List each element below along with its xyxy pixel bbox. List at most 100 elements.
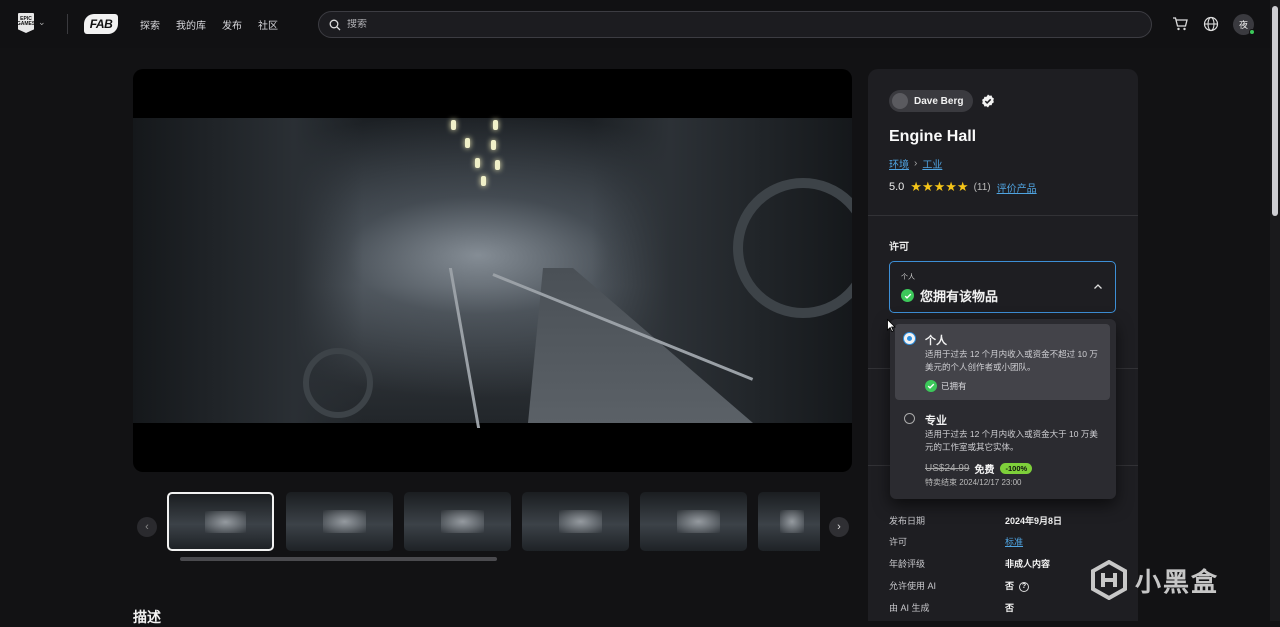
detail-row: 年龄评级 非成人内容 xyxy=(889,557,1119,573)
license-standard-link[interactable]: 标准 xyxy=(1005,535,1023,548)
rating-value: 5.0 xyxy=(889,181,905,193)
chevron-right-icon: › xyxy=(837,521,841,533)
discount-badge: -100% xyxy=(1000,463,1033,474)
mouse-cursor-icon xyxy=(887,319,896,332)
original-price: US$24.99 xyxy=(925,463,970,474)
avatar[interactable]: 夜 xyxy=(1233,14,1255,35)
license-select[interactable]: 个人 您拥有该物品 xyxy=(889,261,1116,313)
chevron-left-icon: ‹ xyxy=(145,521,149,533)
license-option-name: 专业 xyxy=(925,415,947,427)
search-input[interactable] xyxy=(347,19,1047,30)
thumbnail-glow xyxy=(441,509,485,534)
fab-logo[interactable]: FAB xyxy=(84,14,118,34)
description-heading: 描述 xyxy=(133,609,161,625)
breadcrumb-industrial[interactable]: 工业 xyxy=(922,156,942,171)
verified-badge-icon xyxy=(982,94,994,108)
gallery-thumbnail[interactable] xyxy=(758,492,820,551)
search-bar[interactable] xyxy=(318,11,1152,38)
detail-row: 许可 标准 xyxy=(889,535,1119,551)
cart-icon[interactable] xyxy=(1172,16,1188,32)
rate-product-link[interactable]: 评价产品 xyxy=(997,180,1037,195)
xiaoheihe-watermark: 小黑盒 xyxy=(1089,560,1219,600)
sale-end-text: 特卖结束 2024/12/17 23:00 xyxy=(925,478,1022,487)
owned-text: 已拥有 xyxy=(941,381,967,391)
detail-key: 年龄评级 xyxy=(889,559,926,569)
chevron-down-icon[interactable]: ⌄ xyxy=(38,17,46,28)
divider xyxy=(868,215,1138,216)
chevron-up-icon xyxy=(1094,284,1102,289)
avatar-initial: 夜 xyxy=(1238,20,1248,30)
xiaoheihe-logo-icon xyxy=(1091,560,1127,600)
search-icon xyxy=(329,19,341,30)
scrollbar-thumb[interactable] xyxy=(1272,6,1278,216)
thumbnail-glow xyxy=(205,510,247,533)
check-circle-icon xyxy=(901,289,914,302)
top-nav-bar: EPIC GAMES ⌄ FAB 探索 我的库 发布 社区 夜 xyxy=(0,0,1280,48)
watermark-text: 小黑盒 xyxy=(1135,566,1220,597)
author-chip[interactable]: Dave Berg xyxy=(889,90,974,112)
detail-row: 发布日期 2024年9月8日 xyxy=(889,514,1119,530)
detail-value: 2024年9月8日 xyxy=(1005,516,1063,526)
gallery-next-button[interactable]: › xyxy=(829,517,849,537)
gallery-thumbnail[interactable] xyxy=(522,492,629,551)
gallery-thumbnail[interactable] xyxy=(167,492,274,551)
detail-value: 否 xyxy=(1005,603,1015,613)
detail-row: 由 AI 生成 否 xyxy=(889,601,1119,617)
owned-status-text: 您拥有该物品 xyxy=(920,289,999,304)
radio-selected[interactable] xyxy=(904,333,915,344)
help-icon[interactable]: ? xyxy=(1019,581,1030,592)
detail-key: 发布日期 xyxy=(889,516,926,526)
thumbnail-scrollbar[interactable] xyxy=(180,557,497,561)
nav-publish[interactable]: 发布 xyxy=(222,17,242,32)
breadcrumb-environment[interactable]: 环境 xyxy=(889,156,909,171)
license-label: 许可 xyxy=(889,242,909,253)
author-avatar xyxy=(892,93,908,109)
gallery-prev-button[interactable]: ‹ xyxy=(137,517,157,537)
globe-icon[interactable] xyxy=(1203,16,1219,32)
breadcrumb: 环境 › 工业 xyxy=(889,156,942,171)
detail-key: 由 AI 生成 xyxy=(889,603,930,613)
online-status-dot xyxy=(1249,29,1255,35)
nav-community[interactable]: 社区 xyxy=(258,17,278,32)
product-title: Engine Hall xyxy=(889,128,977,145)
thumbnail-glow xyxy=(559,509,603,534)
radio-unselected[interactable] xyxy=(904,413,915,424)
page-scrollbar[interactable] xyxy=(1270,0,1280,621)
review-count: (11) xyxy=(973,181,991,193)
main-media-viewer[interactable] xyxy=(133,69,852,472)
license-option-description: 适用于过去 12 个月内收入或资金不超过 10 万美元的个人创作者或小团队。 xyxy=(925,349,1098,372)
thumbnail-glow xyxy=(779,509,805,534)
hero-image xyxy=(133,118,852,428)
license-option-professional[interactable]: 专业 适用于过去 12 个月内收入或资金大于 10 万美元的工作室或其它实体。 … xyxy=(895,404,1110,496)
license-option-name: 个人 xyxy=(925,335,947,347)
hero-image-rail xyxy=(448,268,481,428)
detail-key: 允许使用 AI xyxy=(889,581,937,591)
fab-logo-text: FAB xyxy=(89,17,113,31)
owned-badge: 已拥有 xyxy=(925,380,967,392)
sale-price: 免费 xyxy=(974,465,995,476)
thumbnail-glow xyxy=(677,509,721,534)
epic-games-logo[interactable]: EPIC GAMES xyxy=(18,13,34,33)
gallery-thumbnail[interactable] xyxy=(640,492,747,551)
nav-my-library[interactable]: 我的库 xyxy=(176,17,206,32)
license-select-value: 您拥有该物品 xyxy=(901,286,998,305)
detail-value: 否? xyxy=(1005,579,1030,592)
hero-image-ceiling-lights xyxy=(433,118,573,198)
license-option-description: 适用于过去 12 个月内收入或资金大于 10 万美元的工作室或其它实体。 xyxy=(925,429,1098,452)
author-name: Dave Berg xyxy=(914,95,964,107)
price-row: US$24.99 免费 -100% xyxy=(925,461,1033,476)
gallery-thumbnail[interactable] xyxy=(286,492,393,551)
detail-value: 非成人内容 xyxy=(1005,559,1051,569)
hero-image-wheel xyxy=(303,348,373,418)
nav-explore[interactable]: 探索 xyxy=(140,17,160,32)
star-rating-icons: ★★★★★ xyxy=(910,179,969,194)
gallery-thumbnail[interactable] xyxy=(404,492,511,551)
license-select-small-label: 个人 xyxy=(901,274,915,281)
chevron-right-icon: › xyxy=(914,158,918,169)
check-circle-icon xyxy=(925,380,937,392)
license-dropdown-menu: 个人 适用于过去 12 个月内收入或资金不超过 10 万美元的个人创作者或小团队… xyxy=(890,319,1116,499)
epic-logo-text: EPIC GAMES xyxy=(16,16,36,27)
license-option-personal[interactable]: 个人 适用于过去 12 个月内收入或资金不超过 10 万美元的个人创作者或小团队… xyxy=(895,324,1110,400)
rating-row: 5.0 ★★★★★ (11) 评价产品 xyxy=(889,179,1037,195)
divider xyxy=(67,14,68,34)
